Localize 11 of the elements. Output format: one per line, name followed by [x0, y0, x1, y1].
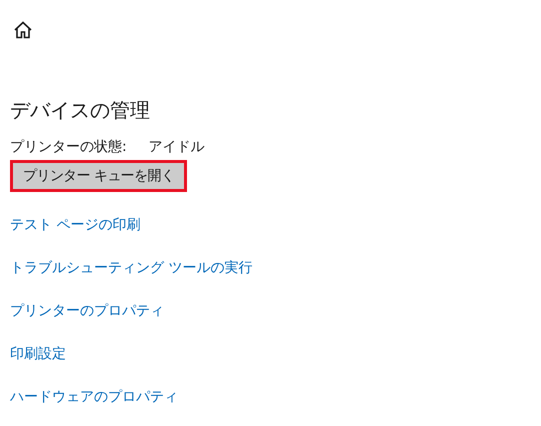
- action-link[interactable]: トラブルシューティング ツールの実行: [10, 259, 252, 277]
- section-heading: デバイスの管理: [10, 97, 150, 123]
- home-button[interactable]: [13, 20, 33, 40]
- home-icon: [13, 20, 33, 40]
- action-link[interactable]: 印刷設定: [10, 345, 252, 363]
- status-label: プリンターの状態:: [10, 138, 127, 156]
- action-link[interactable]: テスト ページの印刷: [10, 216, 252, 234]
- open-queue-button[interactable]: プリンター キューを開く: [13, 163, 184, 189]
- action-link[interactable]: ハードウェアのプロパティ: [10, 388, 252, 406]
- action-link[interactable]: プリンターのプロパティ: [10, 302, 252, 320]
- status-value: アイドル: [148, 138, 205, 156]
